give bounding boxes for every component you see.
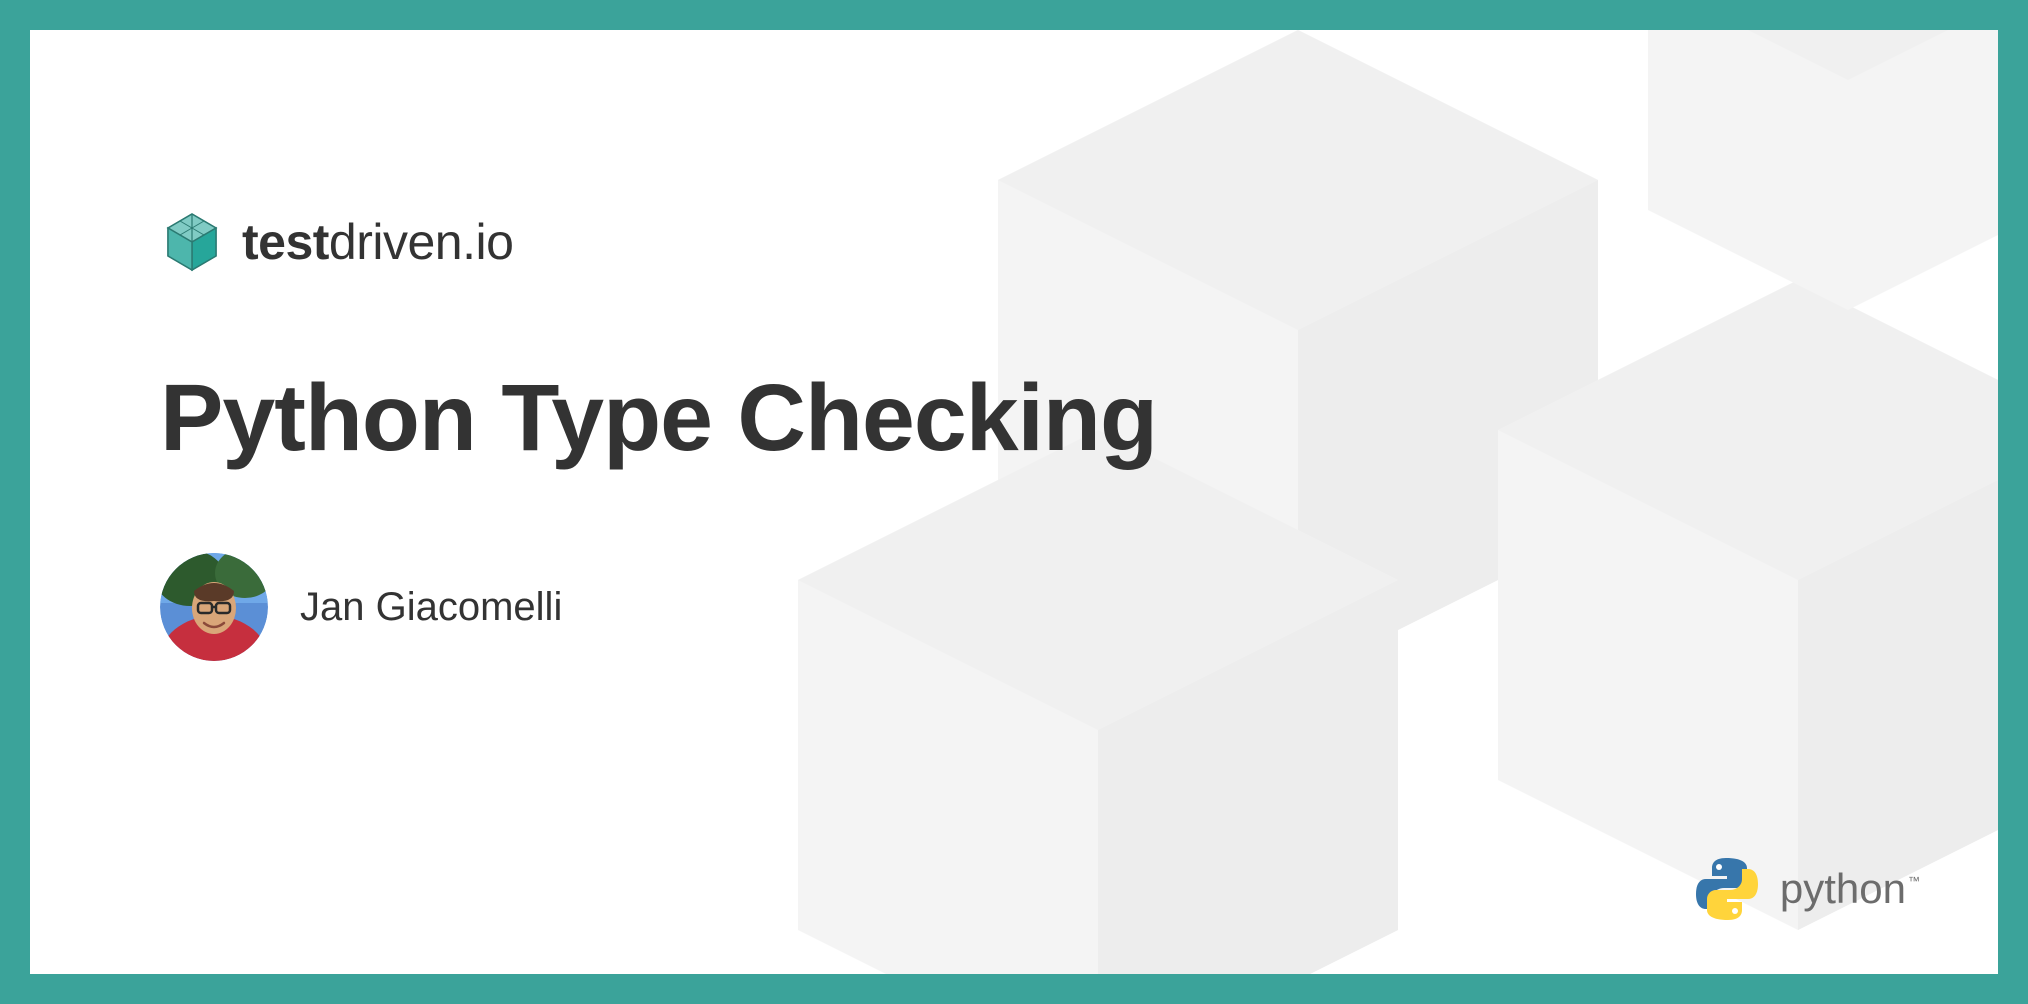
brand-logo: testdriven.io	[160, 210, 1998, 274]
python-label: python™	[1780, 865, 1918, 913]
python-badge: python™	[1692, 854, 1918, 924]
python-logo-icon	[1692, 854, 1762, 924]
brand-name-bold: test	[242, 214, 329, 270]
brand-name: testdriven.io	[242, 213, 513, 271]
author-avatar	[160, 553, 268, 661]
author-block: Jan Giacomelli	[160, 553, 1998, 661]
brand-name-light: driven.io	[329, 214, 514, 270]
author-name: Jan Giacomelli	[300, 585, 562, 630]
cube-logo-icon	[160, 210, 224, 274]
python-tm: ™	[1908, 874, 1920, 888]
content-wrapper: testdriven.io Python Type Checking	[30, 30, 1998, 661]
page-title: Python Type Checking	[160, 364, 1998, 473]
python-text: python	[1780, 865, 1906, 912]
banner-card: testdriven.io Python Type Checking	[30, 30, 1998, 974]
